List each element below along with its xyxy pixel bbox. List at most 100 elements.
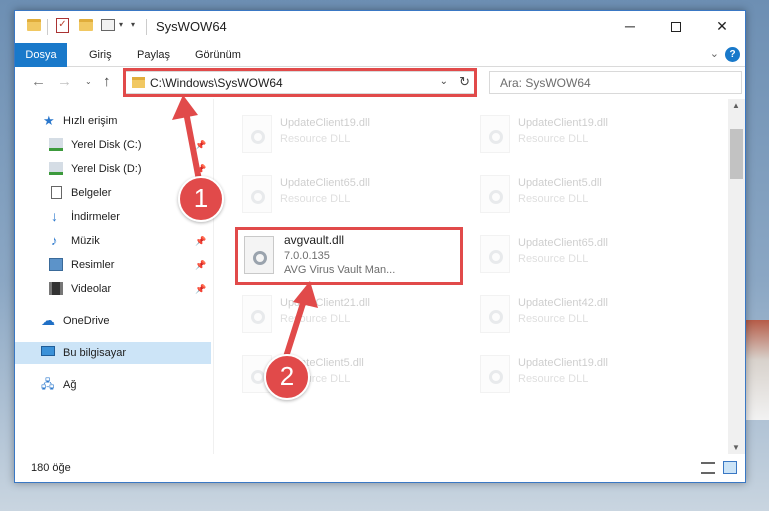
file-tile[interactable]: UpdateClient19.dll Resource DLL [468,107,693,163]
file-tile[interactable]: UpdateClient19.dll Resource DLL [230,107,455,163]
maximize-icon [671,22,681,33]
quick-access-dropdown[interactable]: ▾ [119,20,123,29]
up-button[interactable]: ↑ [103,74,111,90]
file-tile[interactable]: UpdateClient5.dll Resource DLL [468,167,693,223]
expand-ribbon-icon[interactable]: ⌄ [710,47,719,60]
back-button[interactable]: ← [31,74,46,90]
ribbon-tabs: Dosya Giriş Paylaş Görünüm ⌄ ? [15,43,745,67]
tab-gorunum[interactable]: Görünüm [195,43,241,67]
folder-icon[interactable] [27,19,41,31]
file-name: avgvault.dll [284,233,345,247]
pin-icon[interactable]: 📌 [195,278,206,300]
file-type: Resource DLL [280,193,351,205]
new-folder-icon[interactable] [79,19,93,31]
quick-access-customize[interactable]: ▾ [131,20,135,29]
toolbar-separator [146,19,147,35]
sidebar-item-quick-access[interactable]: ★ Hızlı erişim [15,110,211,132]
close-button[interactable]: ✕ [699,11,745,42]
step-1-marker: 1 [178,176,224,222]
sidebar-item-music[interactable]: ♪ Müzik 📌 [15,230,211,252]
sidebar-item-onedrive[interactable]: ☁ OneDrive [15,310,211,332]
address-toolbar: ← → ⌄ ↑ C:\Windows\SysWOW64 ⌄ ↻ Ara: Sys… [15,68,745,98]
drive-icon [49,162,63,175]
address-bar-annotation-box [123,68,477,97]
file-tile[interactable]: UpdateClient21.dll Resource DLL [230,287,455,343]
sidebar-item-label: Müzik [71,235,100,247]
scroll-up-arrow[interactable]: ▲ [732,101,740,110]
sidebar-item-label: Ağ [63,379,77,391]
file-tile[interactable]: UpdateClient65.dll Resource DLL [230,167,455,223]
file-tile-avgvault[interactable]: avgvault.dll 7.0.0.135 AVG Virus Vault M… [235,227,463,285]
sidebar-item-this-pc[interactable]: Bu bilgisayar [15,342,211,364]
sidebar-item-pictures[interactable]: Resimler 📌 [15,254,211,276]
search-placeholder: Ara: SysWOW64 [500,76,591,90]
toolbar-separator [47,19,48,35]
sidebar-item-network[interactable]: 🖧 Ağ [15,374,211,396]
file-type: Resource DLL [518,373,589,385]
file-name: UpdateClient5.dll [518,177,602,189]
sidebar-item-local-disk-d[interactable]: Yerel Disk (D:) 📌 [15,158,211,180]
sidebar-item-label: Hızlı erişim [63,115,118,127]
pictures-icon [49,258,63,271]
tab-paylas[interactable]: Paylaş [137,43,170,67]
file-version: 7.0.0.135 [284,250,330,262]
file-explorer-window: ✓ ▾ ▾ SysWOW64 ─ ✕ Dosya Giriş Paylaş Gö… [14,10,746,483]
dll-file-icon [480,235,510,273]
scroll-down-arrow[interactable]: ▼ [732,443,740,452]
dll-file-icon [480,355,510,393]
help-icon[interactable]: ? [725,47,740,62]
title-bar: ✓ ▾ ▾ SysWOW64 ─ ✕ [15,11,745,43]
vertical-scrollbar[interactable]: ▲ ▼ [728,99,745,454]
maximize-button[interactable] [653,11,699,42]
downloads-icon: ↓ [51,208,58,224]
file-type: Resource DLL [518,253,589,265]
file-name: UpdateClient21.dll [280,297,370,309]
pin-icon[interactable]: 📌 [195,230,206,252]
sidebar-item-videos[interactable]: Videolar 📌 [15,278,211,300]
large-icons-view-icon[interactable] [723,461,737,474]
dll-file-icon [480,175,510,213]
pin-icon[interactable]: 📌 [195,134,206,156]
file-tile[interactable]: UpdateClient19.dll Resource DLL [468,347,693,403]
sidebar-item-local-disk-c[interactable]: Yerel Disk (C:) 📌 [15,134,211,156]
sidebar-item-label: OneDrive [63,315,110,327]
pane-divider[interactable] [213,99,214,454]
scroll-thumb[interactable] [730,129,743,179]
file-name: UpdateClient19.dll [518,117,608,129]
onedrive-icon: ☁ [41,312,55,328]
file-description: AVG Virus Vault Man... [284,264,396,276]
file-type: Resource DLL [518,133,589,145]
window-title: SysWOW64 [156,19,227,34]
forward-button[interactable]: → [57,74,72,90]
dll-file-icon [242,115,272,153]
sidebar-item-label: İndirmeler [71,211,120,223]
file-type: Resource DLL [518,193,589,205]
sidebar-item-label: Yerel Disk (D:) [71,163,142,175]
tab-dosya[interactable]: Dosya [15,43,67,67]
file-tile[interactable]: UpdateClient65.dll Resource DLL [468,227,693,283]
file-name: UpdateClient65.dll [280,177,370,189]
customize-icon[interactable] [101,19,115,31]
star-icon: ★ [43,113,55,128]
properties-icon[interactable]: ✓ [56,18,69,33]
recent-locations-button[interactable]: ⌄ [85,77,92,86]
dll-file-icon [480,115,510,153]
navigation-pane: ★ Hızlı erişim Yerel Disk (C:) 📌 Yerel D… [15,99,213,454]
file-tile[interactable]: UpdateClient42.dll Resource DLL [468,287,693,343]
file-name: UpdateClient19.dll [518,357,608,369]
sidebar-item-label: Bu bilgisayar [63,347,126,359]
music-icon: ♪ [51,233,58,248]
sidebar-item-label: Belgeler [71,187,112,199]
documents-icon [51,186,62,199]
pin-icon[interactable]: 📌 [195,254,206,276]
details-view-icon[interactable] [701,462,715,474]
sidebar-item-label: Yerel Disk (C:) [71,139,142,151]
tab-giris[interactable]: Giriş [89,43,112,67]
status-bar: 180 öğe [15,456,745,482]
videos-icon [49,282,63,295]
dll-file-icon [480,295,510,333]
search-input[interactable]: Ara: SysWOW64 [489,71,742,94]
this-pc-icon [41,346,55,356]
drive-icon [49,138,63,151]
minimize-button[interactable]: ─ [607,11,653,42]
